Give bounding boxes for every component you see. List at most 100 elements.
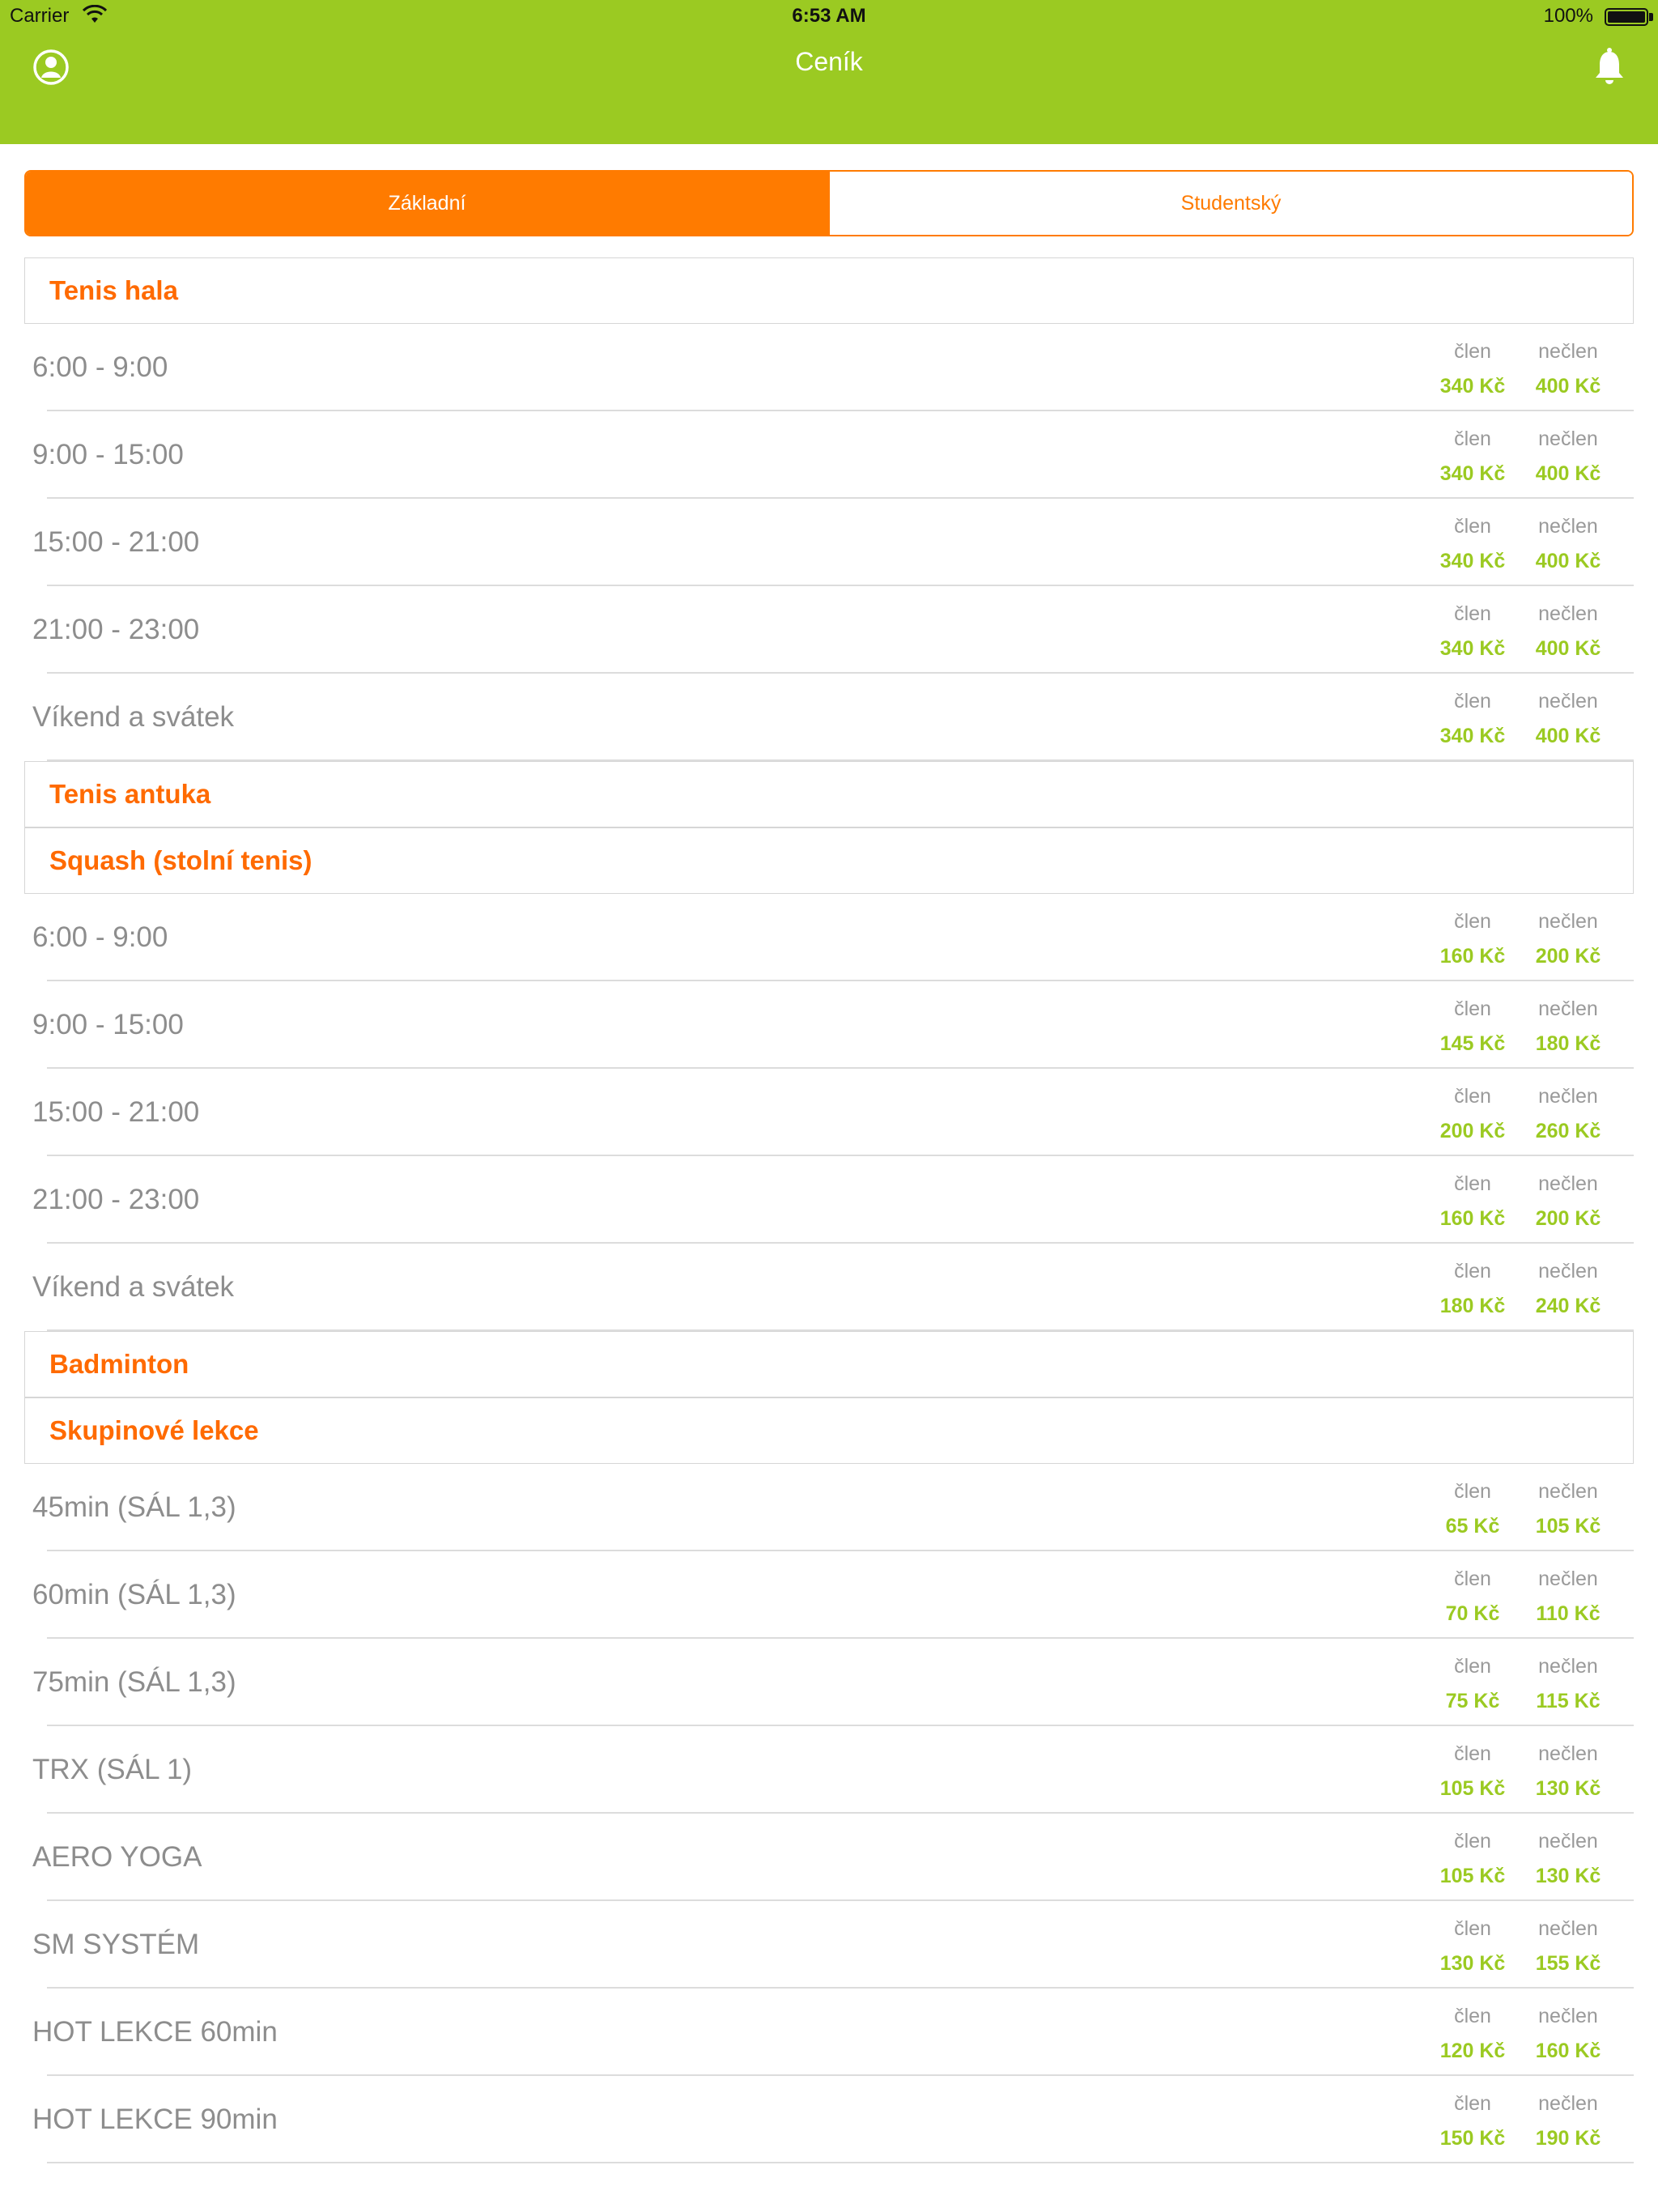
member-price-value: 75 Kč [1445, 1690, 1500, 1712]
pricing-tabs: Základní Studentský [24, 170, 1634, 236]
member-price: člen 160 Kč [1428, 910, 1517, 968]
section-header[interactable]: Tenis hala [24, 257, 1634, 324]
nonmember-price-value: 400 Kč [1535, 550, 1601, 572]
member-label: člen [1454, 1742, 1491, 1765]
price-row: 45min (SÁL 1,3) člen 65 Kč nečlen 105 Kč [0, 1464, 1658, 1551]
member-price: člen 150 Kč [1428, 2092, 1517, 2150]
member-label: člen [1454, 1655, 1491, 1678]
section-header[interactable]: Badminton [24, 1331, 1634, 1397]
tab-basic[interactable]: Základní [26, 172, 828, 235]
nonmember-price: nečlen 105 Kč [1524, 1480, 1613, 1538]
nonmember-price-value: 400 Kč [1535, 725, 1601, 747]
nonmember-price: nečlen 400 Kč [1524, 340, 1613, 398]
nonmember-label: nečlen [1538, 1917, 1598, 1940]
member-price-value: 160 Kč [1439, 945, 1506, 968]
nonmember-price: nečlen 200 Kč [1524, 910, 1613, 968]
nonmember-price-value: 105 Kč [1535, 1515, 1601, 1538]
member-label: člen [1454, 910, 1491, 933]
member-label: člen [1454, 2005, 1491, 2027]
member-price-value: 130 Kč [1439, 1952, 1506, 1975]
price-row-label: 6:00 - 9:00 [32, 351, 168, 383]
price-row: 21:00 - 23:00 člen 160 Kč nečlen 200 Kč [0, 1156, 1658, 1244]
section-title: Tenis antuka [49, 779, 211, 809]
price-row: Víkend a svátek člen 340 Kč nečlen 400 Kč [0, 674, 1658, 761]
status-time: 6:53 AM [792, 5, 866, 27]
price-row-label: 15:00 - 21:00 [32, 1096, 200, 1128]
member-price-value: 65 Kč [1445, 1515, 1500, 1538]
member-price-value: 150 Kč [1439, 2127, 1506, 2150]
section-title: Squash (stolní tenis) [49, 845, 312, 875]
member-price-value: 200 Kč [1439, 1120, 1506, 1142]
member-label: člen [1454, 515, 1491, 538]
member-price-value: 145 Kč [1439, 1032, 1506, 1055]
member-label: člen [1454, 1172, 1491, 1195]
member-price-value: 340 Kč [1439, 462, 1506, 485]
member-label: člen [1454, 428, 1491, 450]
price-row-label: SM SYSTÉM [32, 1929, 200, 1960]
section-header[interactable]: Squash (stolní tenis) [24, 827, 1634, 894]
nonmember-price: nečlen 400 Kč [1524, 602, 1613, 661]
nonmember-price-value: 400 Kč [1535, 637, 1601, 660]
member-price-value: 105 Kč [1439, 1777, 1506, 1800]
nonmember-price: nečlen 180 Kč [1524, 998, 1613, 1056]
price-row-label: Víkend a svátek [32, 1271, 235, 1303]
price-row: 15:00 - 21:00 člen 200 Kč nečlen 260 Kč [0, 1069, 1658, 1156]
nav-bar: Carrier 6:53 AM 100% Ceník [0, 0, 1658, 144]
nonmember-label: nečlen [1538, 1655, 1598, 1678]
nonmember-label: nečlen [1538, 1480, 1598, 1503]
price-row-label: 21:00 - 23:00 [32, 1184, 200, 1215]
price-row: Víkend a svátek člen 180 Kč nečlen 240 Kč [0, 1244, 1658, 1331]
price-row: 60min (SÁL 1,3) člen 70 Kč nečlen 110 Kč [0, 1551, 1658, 1639]
nonmember-label: nečlen [1538, 515, 1598, 538]
nonmember-price-value: 110 Kč [1536, 1602, 1601, 1625]
bell-icon[interactable] [1593, 47, 1626, 87]
price-row-label: Víkend a svátek [32, 701, 235, 733]
section-header[interactable]: Tenis antuka [24, 761, 1634, 827]
member-label: člen [1454, 340, 1491, 363]
price-row-label: TRX (SÁL 1) [32, 1754, 193, 1785]
price-row: 6:00 - 9:00 člen 340 Kč nečlen 400 Kč [0, 324, 1658, 411]
member-price-value: 180 Kč [1439, 1295, 1506, 1317]
member-price: člen 200 Kč [1428, 1085, 1517, 1143]
price-row-label: HOT LEKCE 60min [32, 2016, 278, 2048]
member-label: člen [1454, 690, 1491, 713]
member-price-value: 340 Kč [1439, 725, 1506, 747]
nonmember-label: nečlen [1538, 602, 1598, 625]
nonmember-price-value: 200 Kč [1535, 1207, 1601, 1230]
member-price: člen 75 Kč [1428, 1655, 1517, 1713]
member-price-value: 120 Kč [1439, 2040, 1506, 2062]
nonmember-price: nečlen 115 Kč [1524, 1655, 1613, 1713]
price-row-label: 21:00 - 23:00 [32, 614, 200, 645]
price-row: 21:00 - 23:00 člen 340 Kč nečlen 400 Kč [0, 586, 1658, 674]
nonmember-label: nečlen [1538, 2092, 1598, 2115]
section-header[interactable]: Skupinové lekce [24, 1397, 1634, 1464]
member-price: člen 120 Kč [1428, 2005, 1517, 2063]
member-price: člen 340 Kč [1428, 428, 1517, 486]
member-price: člen 180 Kč [1428, 1260, 1517, 1318]
nonmember-price: nečlen 130 Kč [1524, 1742, 1613, 1801]
section-title: Tenis hala [49, 275, 178, 305]
member-price: člen 105 Kč [1428, 1742, 1517, 1801]
price-row: 6:00 - 9:00 člen 160 Kč nečlen 200 Kč [0, 894, 1658, 981]
price-row-label: 15:00 - 21:00 [32, 526, 200, 558]
member-label: člen [1454, 1830, 1491, 1853]
member-price-value: 70 Kč [1445, 1602, 1500, 1625]
nonmember-label: nečlen [1538, 1568, 1598, 1590]
nonmember-label: nečlen [1538, 998, 1598, 1020]
member-label: člen [1454, 998, 1491, 1020]
member-price-value: 340 Kč [1439, 637, 1506, 660]
nonmember-price-value: 240 Kč [1535, 1295, 1601, 1317]
nonmember-price: nečlen 155 Kč [1524, 1917, 1613, 1976]
member-price: člen 65 Kč [1428, 1480, 1517, 1538]
price-row-label: AERO YOGA [32, 1841, 202, 1873]
member-price: člen 145 Kč [1428, 998, 1517, 1056]
nonmember-price-value: 130 Kč [1535, 1777, 1601, 1800]
nonmember-price: nečlen 190 Kč [1524, 2092, 1613, 2150]
nonmember-price-value: 400 Kč [1535, 375, 1601, 398]
tab-student[interactable]: Studentský [828, 172, 1632, 235]
battery-percent: 100% [1543, 5, 1593, 27]
nonmember-price: nečlen 400 Kč [1524, 515, 1613, 573]
price-row-label: HOT LEKCE 90min [32, 2104, 278, 2135]
battery-cap [1649, 13, 1653, 21]
nonmember-price: nečlen 160 Kč [1524, 2005, 1613, 2063]
